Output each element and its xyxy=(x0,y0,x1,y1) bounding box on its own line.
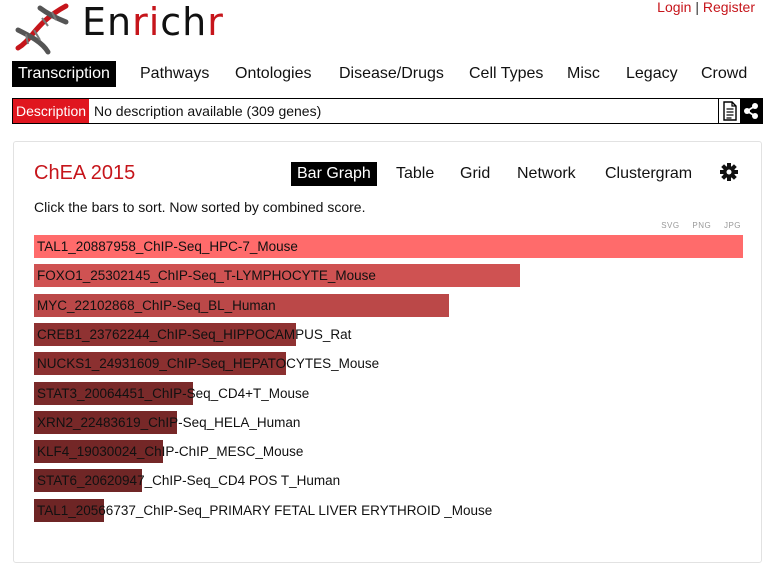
export-links: SVG PNG JPG xyxy=(651,221,741,230)
tab-clustergram[interactable]: Clustergram xyxy=(605,162,692,186)
description-bar: Description No description available (30… xyxy=(12,98,763,124)
bar-label: TAL1_20887958_ChIP-Seq_HPC-7_Mouse xyxy=(37,239,298,254)
bar-label: TAL1_20566737_ChIP-Seq_PRIMARY FETAL LIV… xyxy=(37,502,493,518)
bar-row[interactable]: MYC_22102868_ChIP-Seq_BL_Human xyxy=(34,293,745,317)
share-icon[interactable] xyxy=(740,99,762,123)
tab-bar-graph[interactable]: Bar Graph xyxy=(291,162,377,186)
sort-hint: Click the bars to sort. Now sorted by co… xyxy=(34,199,366,215)
auth-links: Login | Register xyxy=(657,0,755,14)
bar-row[interactable]: TAL1_20566737_ChIP-Seq_PRIMARY FETAL LIV… xyxy=(34,498,745,522)
bar-row[interactable]: KLF4_19030024_ChIP-ChIP_MESC_Mouse xyxy=(34,440,745,464)
nav-cell-types[interactable]: Cell Types xyxy=(469,61,543,87)
bar-label: NUCKS1_24931609_ChIP-Seq_HEPATOCYTES_Mou… xyxy=(37,356,380,372)
bar-row[interactable]: TAL1_20887958_ChIP-Seq_HPC-7_Mouse xyxy=(34,235,745,258)
nav-ontologies[interactable]: Ontologies xyxy=(235,61,312,87)
description-label: Description xyxy=(13,99,90,123)
login-link[interactable]: Login xyxy=(657,0,691,15)
export-png-link[interactable]: PNG xyxy=(692,221,711,230)
bar-label: STAT6_20620947_ChIP-Seq_CD4 POS T_Human xyxy=(37,473,341,489)
results-panel: ChEA 2015 Bar Graph Table Grid Network C… xyxy=(13,141,762,563)
bar-label: KLF4_19030024_ChIP-ChIP_MESC_Mouse xyxy=(37,444,304,460)
library-title: ChEA 2015 xyxy=(34,162,136,184)
logo-text: Enrichr xyxy=(82,0,224,44)
bar-row[interactable]: FOXO1_25302145_ChIP-Seq_T-LYMPHOCYTE_Mou… xyxy=(34,264,745,288)
document-icon[interactable] xyxy=(718,99,740,123)
enrichment-bar-chart: TAL1_20887958_ChIP-Seq_HPC-7_Mouse FOXO1_… xyxy=(34,235,745,535)
description-actions xyxy=(718,99,762,123)
export-svg-link[interactable]: SVG xyxy=(661,221,679,230)
library-category-nav: Transcription Pathways Ontologies Diseas… xyxy=(12,61,762,87)
nav-misc[interactable]: Misc xyxy=(567,61,600,87)
logo[interactable]: Enrichr xyxy=(12,0,242,56)
dna-helix-icon xyxy=(15,3,69,55)
bar-label: FOXO1_25302145_ChIP-Seq_T-LYMPHOCYTE_Mou… xyxy=(37,268,376,284)
bar-row[interactable]: STAT3_20064451_ChIP-Seq_CD4+T_Mouse xyxy=(34,381,745,405)
tab-grid[interactable]: Grid xyxy=(460,162,490,186)
bar-label: XRN2_22483619_ChIP-Seq_HELA_Human xyxy=(37,414,301,430)
bar-label: CREB1_23762244_ChIP-Seq_HIPPOCAMPUS_Rat xyxy=(37,326,352,342)
description-text: No description available (309 genes) xyxy=(94,103,322,119)
nav-disease-drugs[interactable]: Disease/Drugs xyxy=(339,61,444,87)
tab-network[interactable]: Network xyxy=(517,162,576,186)
nav-legacy[interactable]: Legacy xyxy=(626,61,678,87)
register-link[interactable]: Register xyxy=(703,0,755,15)
bar-row[interactable]: XRN2_22483619_ChIP-Seq_HELA_Human xyxy=(34,410,745,434)
nav-transcription[interactable]: Transcription xyxy=(12,61,116,87)
bar-row[interactable]: CREB1_23762244_ChIP-Seq_HIPPOCAMPUS_Rat xyxy=(34,322,745,346)
nav-pathways[interactable]: Pathways xyxy=(140,61,209,87)
auth-separator: | xyxy=(695,0,699,15)
bar-row[interactable]: NUCKS1_24931609_ChIP-Seq_HEPATOCYTES_Mou… xyxy=(34,352,745,376)
nav-crowd[interactable]: Crowd xyxy=(701,61,747,87)
bar-label: STAT3_20064451_ChIP-Seq_CD4+T_Mouse xyxy=(37,385,310,401)
bar-row[interactable]: STAT6_20620947_ChIP-Seq_CD4 POS T_Human xyxy=(34,469,745,493)
gear-icon[interactable] xyxy=(718,161,740,183)
export-jpg-link[interactable]: JPG xyxy=(724,221,741,230)
bar-label: MYC_22102868_ChIP-Seq_BL_Human xyxy=(37,297,276,313)
tab-table[interactable]: Table xyxy=(396,162,434,186)
